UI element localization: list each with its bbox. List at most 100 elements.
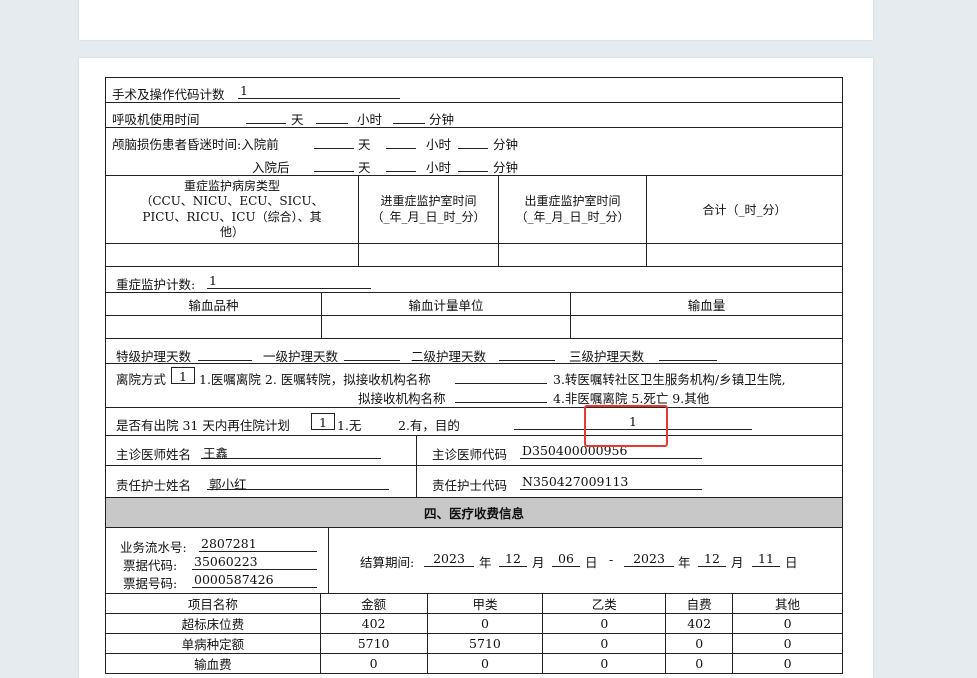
ops-count-label: 手术及操作代码计数 <box>112 87 225 102</box>
invoice-number-label: 票据号码: <box>123 576 178 591</box>
fee-header-cell: 项目名称 <box>105 593 321 614</box>
ventilator-label: 呼吸机使用时间 <box>112 112 200 127</box>
discharge-institution-blank-1 <box>455 368 547 384</box>
icu-out-time-cell <box>499 244 647 266</box>
ops-count-row: 手术及操作代码计数 1 <box>105 77 843 102</box>
coma-after-label: 入院后 <box>252 160 290 175</box>
ventilator-hour-blank <box>316 108 348 124</box>
end-day-unit: 日 <box>785 555 798 570</box>
serial-label: 业务流水号: <box>120 540 187 555</box>
coma-after-day-blank <box>314 156 354 172</box>
coma-before-hour-blank <box>386 133 416 149</box>
coma-before-day: 天 <box>358 137 371 152</box>
transfusion-type-header: 输血品种 <box>106 293 322 315</box>
fee-cell: 0 <box>319 653 428 674</box>
ventilator-row: 呼吸机使用时间 天 小时 分钟 <box>105 102 843 127</box>
coma-before-day-blank <box>314 133 354 149</box>
coma-before-minute: 分钟 <box>493 137 519 152</box>
discharge-value: 1 <box>171 367 195 384</box>
readmit-label: 是否有出院 31 天内再住院计划 <box>116 418 290 433</box>
start-month-unit: 月 <box>532 555 545 570</box>
transfusion-amount-header: 输血量 <box>687 297 726 313</box>
icu-in-time-header: 进重症监护室时间 （_年_月_日_时_分） <box>359 176 499 243</box>
transfusion-type-cell <box>106 316 322 338</box>
nurse-name: 郭小红 <box>207 474 389 492</box>
fee-cell: 0 <box>732 633 843 654</box>
coma-before-minute-blank <box>458 133 488 149</box>
fee-cell: 0 <box>665 653 734 674</box>
readmit-option-2: 2.有，目的 <box>398 418 460 433</box>
start-month: 12 <box>499 551 527 567</box>
fee-header-cell: 其他 <box>732 593 843 614</box>
fee-cell: 0 <box>665 633 734 654</box>
icu-total-header: 合计（_时_分） <box>702 203 787 217</box>
level1-nursing-blank <box>344 345 400 361</box>
end-year-unit: 年 <box>678 555 691 570</box>
invoice-number-value: 0000587426 <box>192 572 317 588</box>
invoice-code-value: 35060223 <box>192 554 317 570</box>
period-label: 结算期间: <box>360 555 415 570</box>
coma-row: 颅脑损伤患者昏迷时间:入院前 天 小时 分钟 入院后 天 小时 分钟 <box>105 127 843 175</box>
fee-header-cell: 金额 <box>319 593 428 614</box>
discharge-institution-blank-2 <box>455 387 547 403</box>
doctor-name-label: 主诊医师姓名 <box>116 447 192 462</box>
billing-row: 业务流水号: 2807281 票据代码: 35060223 票据号码: 0000… <box>105 527 843 593</box>
icu-type-header: 重症监护病房类型 （CCU、NICU、ECU、SICU、 PICU、RICU、I… <box>106 176 359 243</box>
special-nursing-blank <box>198 345 252 361</box>
coma-before-label: 颅脑损伤患者昏迷时间:入院前 <box>112 137 279 152</box>
end-month-unit: 月 <box>731 555 744 570</box>
discharge-option-3: 3.转医嘱转社区卫生服务机构/乡镇卫生院, <box>553 372 786 387</box>
fee-cell: 5710 <box>426 633 544 654</box>
fee-cell: 超标床位费 <box>105 613 321 634</box>
highlight-box <box>584 405 668 447</box>
coma-after-day: 天 <box>358 160 371 175</box>
invoice-code-label: 票据代码: <box>123 558 178 573</box>
level2-nursing-blank <box>499 345 555 361</box>
ops-count-value: 1 <box>238 83 400 99</box>
end-month: 12 <box>698 551 726 567</box>
period-dash: - <box>609 552 614 567</box>
fee-header-row: 项目名称 金额 甲类 乙类 自费 其他 <box>105 593 843 614</box>
icu-in-time-cell <box>359 244 499 266</box>
doctor-code-label: 主诊医师代码 <box>432 447 508 462</box>
end-day: 11 <box>752 551 780 567</box>
fee-cell: 402 <box>665 613 734 634</box>
fee-row: 超标床位费 402 0 0 402 0 <box>105 613 843 634</box>
coma-after-hour: 小时 <box>426 160 452 175</box>
coma-before-hour: 小时 <box>426 137 452 152</box>
fee-row: 输血费 0 0 0 0 0 <box>105 653 843 674</box>
fee-table: 项目名称 金额 甲类 乙类 自费 其他 超标床位费 402 0 0 402 0 单病种定额 5710 571… <box>105 593 843 674</box>
fee-cell: 输血费 <box>105 653 321 674</box>
start-day: 06 <box>552 551 580 567</box>
discharge-institution-label: 拟接收机构名称 <box>358 391 446 406</box>
fee-cell: 402 <box>319 613 428 634</box>
discharge-row: 离院方式 1 1.医嘱离院 2. 医嘱转院，拟接收机构名称 3.转医嘱转社区卫生… <box>105 363 843 407</box>
fee-header-cell: 乙类 <box>542 593 667 614</box>
fee-cell: 0 <box>426 613 544 634</box>
form-page: 手术及操作代码计数 1 呼吸机使用时间 天 小时 分钟 颅脑损伤患者昏迷时间:入… <box>79 58 873 678</box>
icu-count-value: 1 <box>207 273 371 289</box>
discharge-label: 离院方式 <box>116 372 167 387</box>
fee-cell: 0 <box>426 653 544 674</box>
icu-count-row: 重症监护计数: 1 <box>105 266 843 292</box>
fee-cell: 0 <box>542 613 667 634</box>
fee-header-cell: 甲类 <box>426 593 544 614</box>
level3-nursing-blank <box>659 345 717 361</box>
coma-after-minute-blank <box>458 156 488 172</box>
icu-data-row <box>105 243 843 266</box>
fee-cell: 0 <box>732 653 843 674</box>
settlement-form: 手术及操作代码计数 1 呼吸机使用时间 天 小时 分钟 颅脑损伤患者昏迷时间:入… <box>105 77 843 674</box>
ventilator-day: 天 <box>291 112 304 127</box>
previous-page <box>79 0 873 40</box>
readmit-option-1: 1.无 <box>337 418 362 433</box>
icu-out-time-header: 出重症监护室时间 （_年_月_日_时_分） <box>499 176 647 243</box>
readmit-row: 是否有出院 31 天内再住院计划 1 1.无 2.有，目的 1 <box>105 407 843 435</box>
ventilator-hour: 小时 <box>357 112 383 127</box>
fee-cell: 0 <box>542 633 667 654</box>
transfusion-header-row: 输血品种 输血计量单位 输血量 <box>105 292 843 315</box>
nurse-name-label: 责任护士姓名 <box>116 478 192 493</box>
end-year: 2023 <box>624 551 674 567</box>
transfusion-unit-cell <box>322 316 571 338</box>
start-day-unit: 日 <box>585 555 598 570</box>
readmit-value: 1 <box>311 413 335 430</box>
